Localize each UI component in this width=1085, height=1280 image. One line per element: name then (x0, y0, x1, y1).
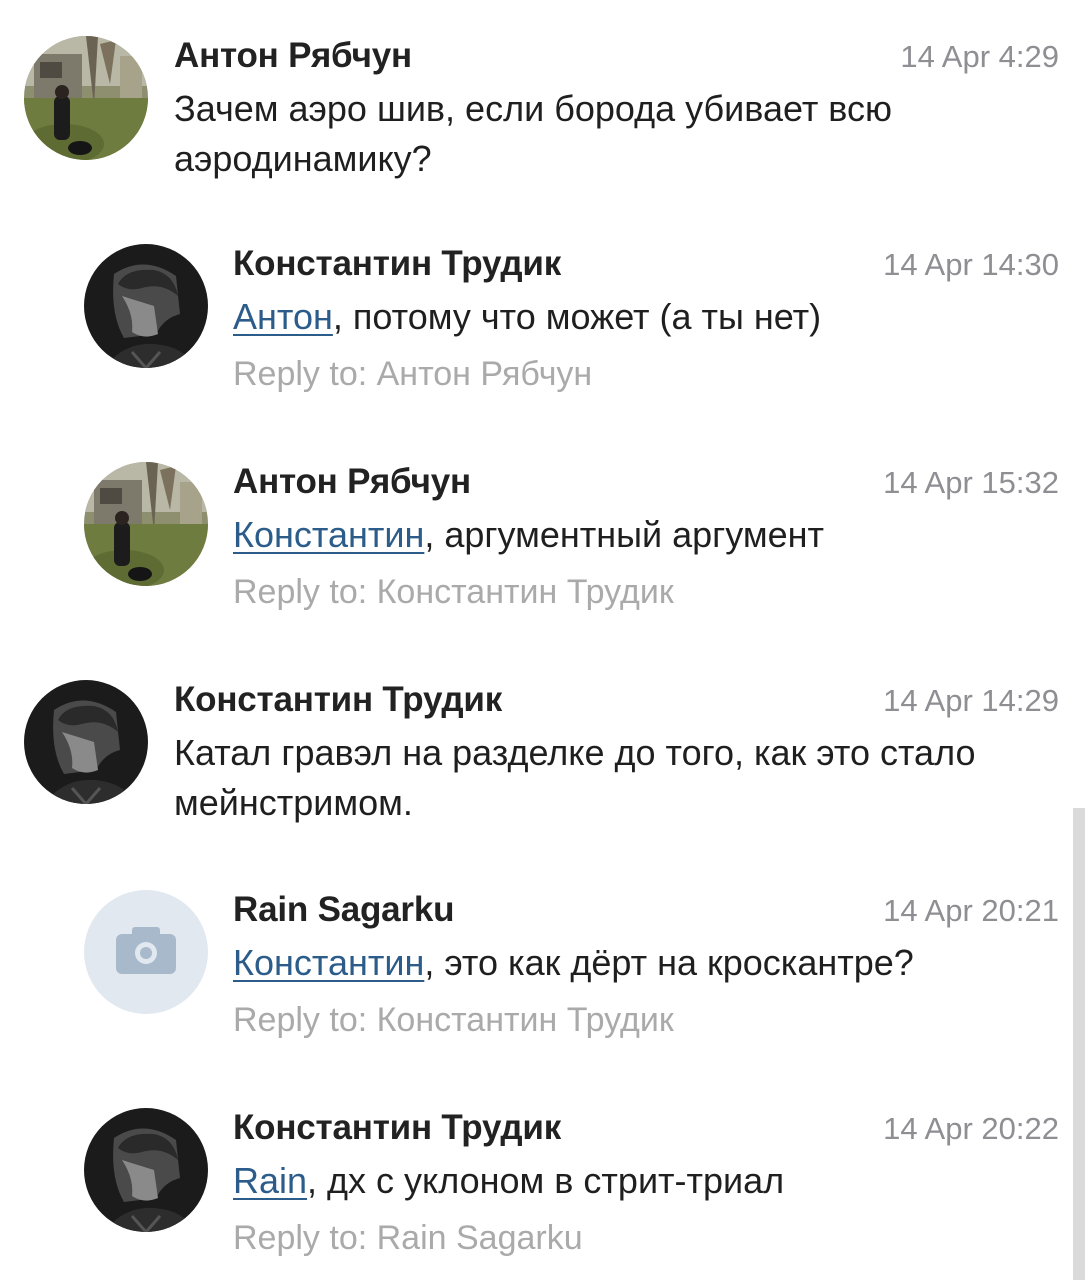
comment-author[interactable]: Константин Трудик (174, 680, 502, 720)
comment-timestamp: 14 Apr 14:29 (883, 683, 1059, 718)
comment-text: Константин, аргументный аргумент (233, 514, 825, 555)
scrollbar[interactable] (1073, 808, 1085, 1280)
reply-to-link[interactable]: Reply to: Антон Рябчун (233, 354, 592, 394)
reply-to-link[interactable]: Reply to: Константин Трудик (233, 572, 674, 612)
reply-item: Константин Трудик 14 Apr 14:30 Антон, по… (0, 244, 1085, 414)
comment-text: Rain, дх с уклоном в стрит-триал (233, 1160, 785, 1201)
comment-text: Константин, это как дёрт на кроскантре? (233, 942, 914, 983)
comment-author[interactable]: Константин Трудик (233, 244, 561, 284)
photo-avatar-portrait-icon[interactable] (84, 1108, 208, 1232)
comment-timestamp: 14 Apr 14:30 (883, 247, 1059, 282)
mention-link[interactable]: Rain (233, 1160, 307, 1201)
photo-avatar-outdoor-icon[interactable] (84, 462, 208, 586)
reply-to-link[interactable]: Reply to: Константин Трудик (233, 1000, 674, 1040)
comment-timestamp: 14 Apr 4:29 (900, 39, 1059, 74)
comment-timestamp: 14 Apr 15:32 (883, 465, 1059, 500)
mention-link[interactable]: Константин (233, 942, 424, 983)
comment-text: Катал гравэл на разделке до того, как эт… (174, 732, 976, 823)
reply-item: Антон Рябчун 14 Apr 15:32 Константин, ар… (0, 462, 1085, 632)
comment-author[interactable]: Rain Sagarku (233, 890, 454, 930)
comments-feed: Антон Рябчун 14 Apr 4:29 Зачем аэро шив,… (0, 0, 1085, 1280)
comment-item: Антон Рябчун 14 Apr 4:29 Зачем аэро шив,… (0, 36, 1085, 196)
comment-timestamp: 14 Apr 20:22 (883, 1111, 1059, 1146)
comment-author[interactable]: Константин Трудик (233, 1108, 561, 1148)
reply-to-link[interactable]: Reply to: Rain Sagarku (233, 1218, 583, 1258)
reply-item: Константин Трудик 14 Apr 20:22 Rain, дх … (0, 1108, 1085, 1278)
camera-placeholder-icon[interactable] (84, 890, 208, 1014)
photo-avatar-outdoor-icon[interactable] (24, 36, 148, 160)
photo-avatar-portrait-icon[interactable] (24, 680, 148, 804)
photo-avatar-portrait-icon[interactable] (84, 244, 208, 368)
comment-text: Зачем аэро шив, если борода убивает всю … (174, 88, 893, 179)
comment-item: Константин Трудик 14 Apr 14:29 Катал гра… (0, 680, 1085, 840)
comment-text: Антон, потому что может (а ты нет) (233, 296, 822, 337)
comment-author[interactable]: Антон Рябчун (174, 36, 412, 76)
reply-item: Rain Sagarku 14 Apr 20:21 Константин, эт… (0, 890, 1085, 1060)
mention-link[interactable]: Константин (233, 514, 424, 555)
mention-link[interactable]: Антон (233, 296, 333, 337)
comment-author[interactable]: Антон Рябчун (233, 462, 471, 502)
comment-timestamp: 14 Apr 20:21 (883, 893, 1059, 928)
